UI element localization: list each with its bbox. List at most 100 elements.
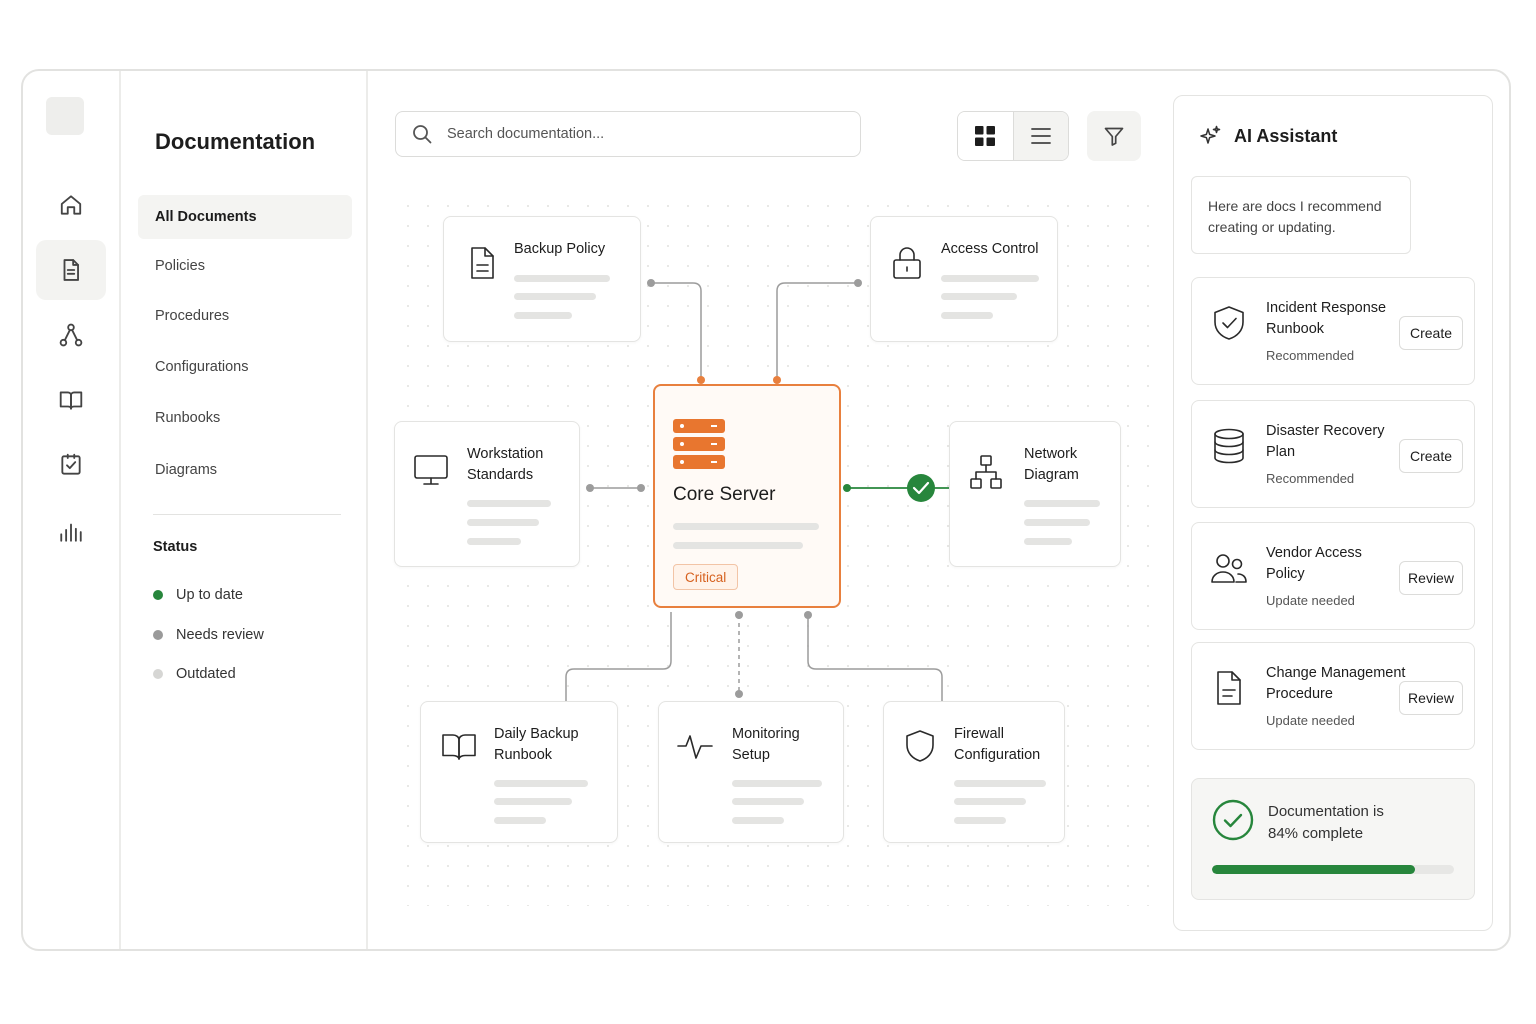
app-window: Documentation All Documents Policies Pro… bbox=[21, 69, 1511, 951]
logo bbox=[46, 97, 84, 135]
node-firewall-configuration[interactable]: Firewall Configuration bbox=[883, 701, 1065, 843]
placeholder-line bbox=[954, 817, 1006, 824]
documentation-nav: Documentation All Documents Policies Pro… bbox=[122, 71, 368, 949]
placeholder-line bbox=[1024, 519, 1090, 526]
node-title-line-2: Diagram bbox=[1024, 467, 1079, 483]
hierarchy-icon[interactable] bbox=[36, 305, 106, 365]
placeholder-line bbox=[954, 798, 1026, 805]
search-bar[interactable] bbox=[395, 111, 861, 157]
placeholder-line bbox=[732, 817, 784, 824]
nav-item-configurations[interactable]: Configurations bbox=[138, 345, 352, 389]
status-needs-review[interactable]: Needs review bbox=[153, 627, 264, 643]
assistant-message: Here are docs I recommend creating or up… bbox=[1191, 176, 1411, 254]
progress-fill bbox=[1212, 865, 1416, 874]
book-icon bbox=[441, 728, 477, 769]
node-title: Access Control bbox=[941, 241, 1039, 257]
page-title: Documentation bbox=[155, 129, 316, 154]
recommendation-status: Update needed bbox=[1266, 713, 1355, 728]
icon-rail bbox=[23, 71, 121, 949]
sparkle-icon bbox=[1200, 125, 1221, 144]
status-outdated[interactable]: Outdated bbox=[153, 666, 236, 682]
node-title-line-1: Workstation bbox=[467, 446, 544, 462]
grid-view-icon[interactable] bbox=[958, 112, 1013, 160]
create-button[interactable]: Create bbox=[1399, 439, 1463, 473]
placeholder-line bbox=[732, 780, 822, 787]
node-daily-backup-runbook[interactable]: Daily Backup Runbook bbox=[420, 701, 618, 843]
shield-check-icon bbox=[1210, 304, 1248, 347]
review-button[interactable]: Review bbox=[1399, 681, 1463, 715]
search-input[interactable] bbox=[447, 126, 827, 142]
recommendation-title-line-2: Runbook bbox=[1266, 321, 1325, 337]
nav-item-procedures[interactable]: Procedures bbox=[138, 294, 352, 338]
nav-item-all-documents[interactable]: All Documents bbox=[138, 195, 352, 239]
placeholder-line bbox=[673, 542, 803, 549]
server-stack-icon bbox=[673, 437, 725, 451]
status-dot-light bbox=[153, 669, 163, 679]
node-network-diagram[interactable]: Network Diagram bbox=[949, 421, 1121, 567]
placeholder-line bbox=[1024, 538, 1072, 545]
document-icon bbox=[1210, 669, 1248, 712]
recommendation-status: Update needed bbox=[1266, 593, 1355, 608]
placeholder-line bbox=[954, 780, 1046, 787]
recommendation-title-line-1: Change Management bbox=[1266, 665, 1406, 681]
pulse-icon bbox=[677, 728, 713, 769]
recommendation-title: Change Management Procedure bbox=[1266, 663, 1406, 705]
view-toggle bbox=[957, 111, 1069, 161]
placeholder-line bbox=[494, 798, 572, 805]
recommendation-title: Vendor Access Policy bbox=[1266, 543, 1406, 585]
node-title-line-1: Firewall bbox=[954, 726, 1004, 742]
placeholder-line bbox=[732, 798, 804, 805]
placeholder-line bbox=[467, 519, 539, 526]
nav-item-diagrams[interactable]: Diagrams bbox=[138, 448, 352, 492]
node-core-server[interactable]: Core Server Critical bbox=[653, 384, 841, 608]
node-title-line-2: Runbook bbox=[494, 747, 553, 763]
node-title: Backup Policy bbox=[514, 241, 606, 257]
recommendation-status: Recommended bbox=[1266, 471, 1355, 486]
node-title-line-2: Configuration bbox=[954, 747, 1041, 763]
book-icon[interactable] bbox=[36, 370, 106, 430]
placeholder-line bbox=[673, 523, 819, 530]
search-icon bbox=[413, 125, 432, 144]
node-workstation-standards[interactable]: Workstation Standards bbox=[394, 421, 580, 567]
create-button[interactable]: Create bbox=[1399, 316, 1463, 350]
checklist-icon[interactable] bbox=[36, 435, 106, 495]
nav-item-policies[interactable]: Policies bbox=[138, 244, 352, 288]
placeholder-line bbox=[941, 275, 1039, 282]
ai-assistant-panel: AI Assistant Here are docs I recommend c… bbox=[1173, 95, 1493, 931]
recommendation-title: Incident Response Runbook bbox=[1266, 298, 1406, 340]
recommendation-title-line-2: Procedure bbox=[1266, 686, 1333, 702]
document-icon bbox=[464, 245, 500, 286]
recommendation-title-line-1: Incident Response bbox=[1266, 300, 1387, 316]
review-button[interactable]: Review bbox=[1399, 561, 1463, 595]
filter-button[interactable] bbox=[1087, 111, 1141, 161]
placeholder-line bbox=[514, 312, 572, 319]
document-icon[interactable] bbox=[36, 240, 106, 300]
list-view-icon[interactable] bbox=[1012, 112, 1068, 160]
home-icon[interactable] bbox=[36, 175, 106, 235]
status-dot-gray bbox=[153, 630, 163, 640]
nav-item-runbooks[interactable]: Runbooks bbox=[138, 396, 352, 440]
node-title-line-1: Network bbox=[1024, 446, 1078, 462]
server-stack-icon bbox=[673, 419, 725, 433]
placeholder-line bbox=[494, 817, 546, 824]
lock-icon bbox=[889, 245, 925, 286]
node-title-line-1: Monitoring bbox=[732, 726, 800, 742]
status-label: Needs review bbox=[176, 627, 264, 643]
recommendation-disaster-recovery: Disaster Recovery Plan Recommended Creat… bbox=[1191, 400, 1475, 508]
recommendation-vendor-access: Vendor Access Policy Update needed Revie… bbox=[1191, 522, 1475, 630]
filter-icon bbox=[1104, 127, 1124, 146]
network-icon bbox=[968, 454, 1004, 495]
check-circle-icon bbox=[1212, 799, 1254, 841]
recommendation-title: Disaster Recovery Plan bbox=[1266, 421, 1406, 463]
node-backup-policy[interactable]: Backup Policy bbox=[443, 216, 641, 342]
status-up-to-date[interactable]: Up to date bbox=[153, 587, 243, 603]
recommendation-status: Recommended bbox=[1266, 348, 1355, 363]
node-monitoring-setup[interactable]: Monitoring Setup bbox=[658, 701, 844, 843]
monitor-icon bbox=[413, 452, 449, 493]
users-icon bbox=[1210, 549, 1248, 592]
status-label: Up to date bbox=[176, 587, 243, 603]
node-access-control[interactable]: Access Control bbox=[870, 216, 1058, 342]
recommendation-title-line-2: Plan bbox=[1266, 444, 1296, 460]
progress-track bbox=[1212, 865, 1454, 874]
bar-chart-icon[interactable] bbox=[36, 501, 106, 561]
